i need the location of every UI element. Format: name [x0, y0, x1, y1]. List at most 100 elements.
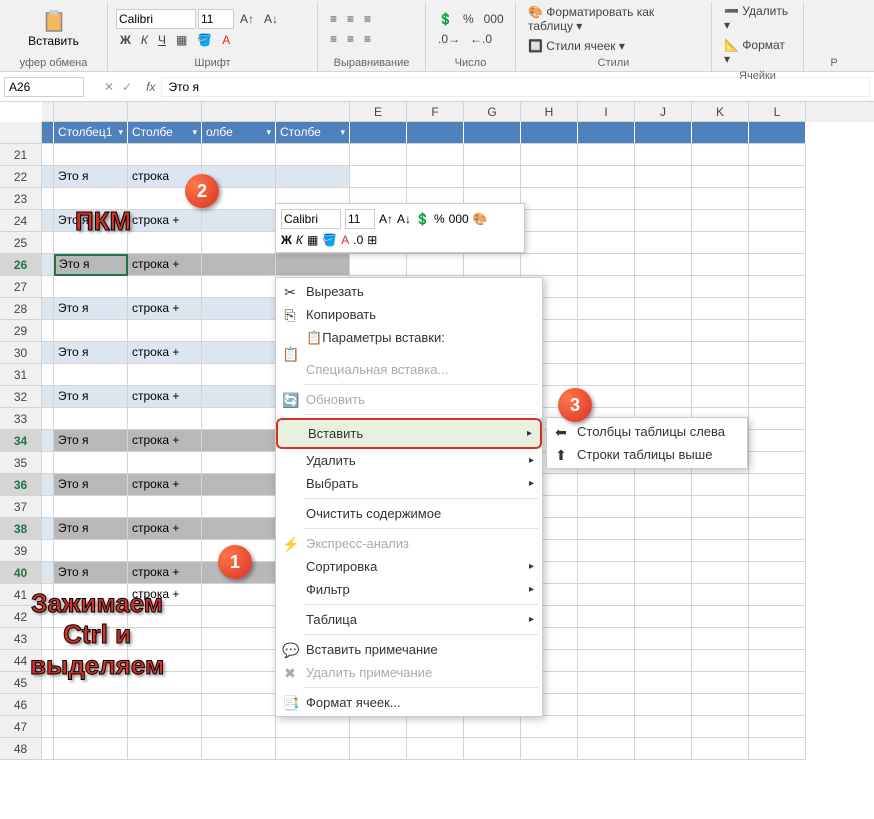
paste-button[interactable]: Вставить — [8, 8, 99, 50]
font-size-select[interactable] — [198, 9, 234, 29]
row-header[interactable]: 24 — [0, 210, 42, 232]
cell[interactable] — [578, 364, 635, 386]
cell[interactable] — [635, 716, 692, 738]
cell[interactable] — [54, 452, 128, 474]
cell[interactable] — [202, 386, 276, 408]
cell[interactable] — [578, 716, 635, 738]
cell[interactable]: Это я — [54, 386, 128, 408]
cell[interactable] — [635, 144, 692, 166]
cell[interactable] — [128, 144, 202, 166]
submenu-cols-left[interactable]: ⬅Столбцы таблицы слева — [547, 420, 747, 443]
decrease-font-icon[interactable]: A↓ — [260, 10, 282, 28]
cell[interactable] — [202, 694, 276, 716]
cell[interactable] — [749, 540, 806, 562]
cell-styles-button[interactable]: 🔲 Стили ячеек ▾ — [524, 37, 629, 55]
cell[interactable] — [202, 210, 276, 232]
mini-fill-icon[interactable]: 🪣 — [322, 233, 337, 247]
cell[interactable] — [202, 254, 276, 276]
cell[interactable] — [749, 606, 806, 628]
row-header[interactable]: 48 — [0, 738, 42, 760]
cell[interactable] — [202, 408, 276, 430]
mini-merge-icon[interactable]: ⊞ — [367, 233, 377, 247]
cell[interactable] — [578, 606, 635, 628]
cell[interactable] — [54, 364, 128, 386]
cell[interactable]: строка + — [128, 298, 202, 320]
cell[interactable] — [578, 628, 635, 650]
underline-button[interactable]: Ч — [154, 31, 170, 49]
cell[interactable] — [202, 430, 276, 452]
cell[interactable] — [692, 320, 749, 342]
format-as-table-button[interactable]: 🎨 Форматировать как таблицу ▾ — [524, 3, 703, 35]
cell[interactable] — [578, 672, 635, 694]
cell[interactable] — [749, 232, 806, 254]
cell[interactable]: Это я — [54, 474, 128, 496]
cell[interactable] — [635, 672, 692, 694]
cell[interactable] — [635, 342, 692, 364]
cell[interactable] — [128, 738, 202, 760]
italic-button[interactable]: К — [137, 31, 152, 49]
cell[interactable] — [464, 254, 521, 276]
cell[interactable] — [202, 716, 276, 738]
row-header[interactable]: 21 — [0, 144, 42, 166]
cell[interactable] — [692, 254, 749, 276]
cell[interactable] — [464, 144, 521, 166]
cell[interactable] — [128, 276, 202, 298]
align-mid-icon[interactable]: ≡ — [343, 10, 358, 28]
cell[interactable] — [635, 496, 692, 518]
cell[interactable] — [692, 672, 749, 694]
cell[interactable] — [635, 320, 692, 342]
cell[interactable] — [202, 672, 276, 694]
cell[interactable] — [749, 628, 806, 650]
cell[interactable]: Это я — [54, 342, 128, 364]
cell[interactable]: строка + — [128, 518, 202, 540]
menu-sort[interactable]: Сортировка▸ — [276, 555, 542, 578]
cell[interactable] — [128, 496, 202, 518]
cell[interactable] — [128, 540, 202, 562]
row-header[interactable]: 29 — [0, 320, 42, 342]
cell[interactable] — [692, 166, 749, 188]
format-cells-button[interactable]: 📐 Формат ▾ — [720, 36, 795, 68]
align-center-icon[interactable]: ≡ — [343, 30, 358, 48]
cell[interactable] — [407, 738, 464, 760]
cell[interactable] — [54, 694, 128, 716]
cell[interactable] — [407, 254, 464, 276]
submenu-rows-above[interactable]: ⬆Строки таблицы выше — [547, 443, 747, 466]
cell[interactable] — [578, 166, 635, 188]
cell[interactable] — [578, 276, 635, 298]
cell[interactable] — [202, 276, 276, 298]
font-color-icon[interactable]: A — [218, 31, 234, 49]
menu-cut[interactable]: ✂Вырезать — [276, 280, 542, 303]
cell[interactable] — [692, 606, 749, 628]
cell[interactable] — [635, 298, 692, 320]
row-header[interactable]: 22 — [0, 166, 42, 188]
cell[interactable] — [578, 738, 635, 760]
row-header[interactable]: 34 — [0, 430, 42, 452]
cell[interactable] — [350, 738, 407, 760]
cell[interactable]: строка + — [128, 562, 202, 584]
cell[interactable] — [350, 716, 407, 738]
cell[interactable] — [749, 364, 806, 386]
cell[interactable] — [54, 276, 128, 298]
fill-color-icon[interactable]: 🪣 — [193, 31, 216, 49]
cell[interactable] — [692, 694, 749, 716]
row-header[interactable]: 37 — [0, 496, 42, 518]
cell[interactable] — [635, 518, 692, 540]
cell[interactable] — [692, 298, 749, 320]
cell[interactable] — [692, 276, 749, 298]
cell[interactable] — [578, 518, 635, 540]
cell[interactable]: строка + — [128, 474, 202, 496]
cell[interactable]: Это я — [54, 562, 128, 584]
cell[interactable]: Это я — [54, 430, 128, 452]
cell[interactable] — [635, 474, 692, 496]
cell[interactable]: строка + — [128, 210, 202, 232]
menu-delete[interactable]: Удалить▸ — [276, 449, 542, 472]
mini-italic[interactable]: К — [296, 233, 303, 247]
align-top-icon[interactable]: ≡ — [326, 10, 341, 28]
row-header[interactable]: 35 — [0, 452, 42, 474]
cell[interactable] — [54, 540, 128, 562]
percent-icon[interactable]: % — [459, 10, 478, 28]
mini-font-name[interactable] — [281, 209, 341, 229]
cell[interactable] — [578, 474, 635, 496]
cell[interactable]: Это я — [54, 298, 128, 320]
cell[interactable] — [692, 628, 749, 650]
